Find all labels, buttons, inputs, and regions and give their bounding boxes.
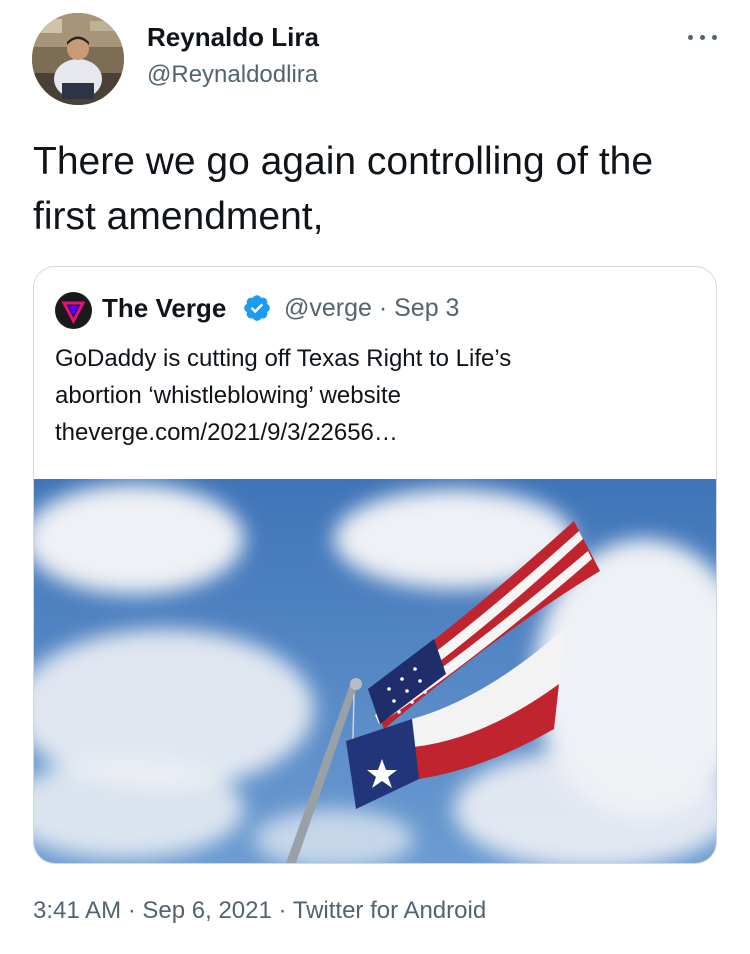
- quoted-text-line: abortion ‘whistleblowing’ website: [55, 382, 401, 409]
- avatar-photo: [32, 13, 124, 105]
- tweet-source[interactable]: Twitter for Android: [293, 897, 486, 924]
- flags-image[interactable]: [34, 479, 716, 863]
- verified-badge-icon: [244, 295, 270, 321]
- author-handle[interactable]: @Reynaldodlira: [147, 61, 318, 89]
- tweet-time[interactable]: 3:41 AM: [33, 897, 121, 924]
- verge-logo-icon: [55, 292, 92, 329]
- quoted-tweet-text: GoDaddy is cutting off Texas Right to Li…: [55, 340, 695, 451]
- meta-separator: ·: [121, 897, 143, 924]
- quoted-author-name: The Verge: [102, 293, 227, 323]
- author-name[interactable]: Reynaldo Lira: [147, 22, 319, 53]
- quoted-text-line: GoDaddy is cutting off Texas Right to Li…: [55, 345, 512, 372]
- tweet-date[interactable]: Sep 6, 2021: [142, 897, 271, 924]
- avatar[interactable]: [32, 13, 124, 105]
- more-icon[interactable]: [686, 27, 720, 47]
- quoted-tweet[interactable]: The Verge @verge · Sep 3 GoDaddy is cutt…: [33, 266, 717, 864]
- quoted-link[interactable]: theverge.com/2021/9/3/22656…: [55, 419, 398, 446]
- quoted-handle-date: @verge · Sep 3: [284, 294, 460, 322]
- meta-separator: ·: [271, 897, 293, 924]
- tweet-meta: 3:41 AM · Sep 6, 2021 · Twitter for Andr…: [33, 897, 486, 925]
- tweet-text: There we go again controlling of the fir…: [33, 140, 654, 238]
